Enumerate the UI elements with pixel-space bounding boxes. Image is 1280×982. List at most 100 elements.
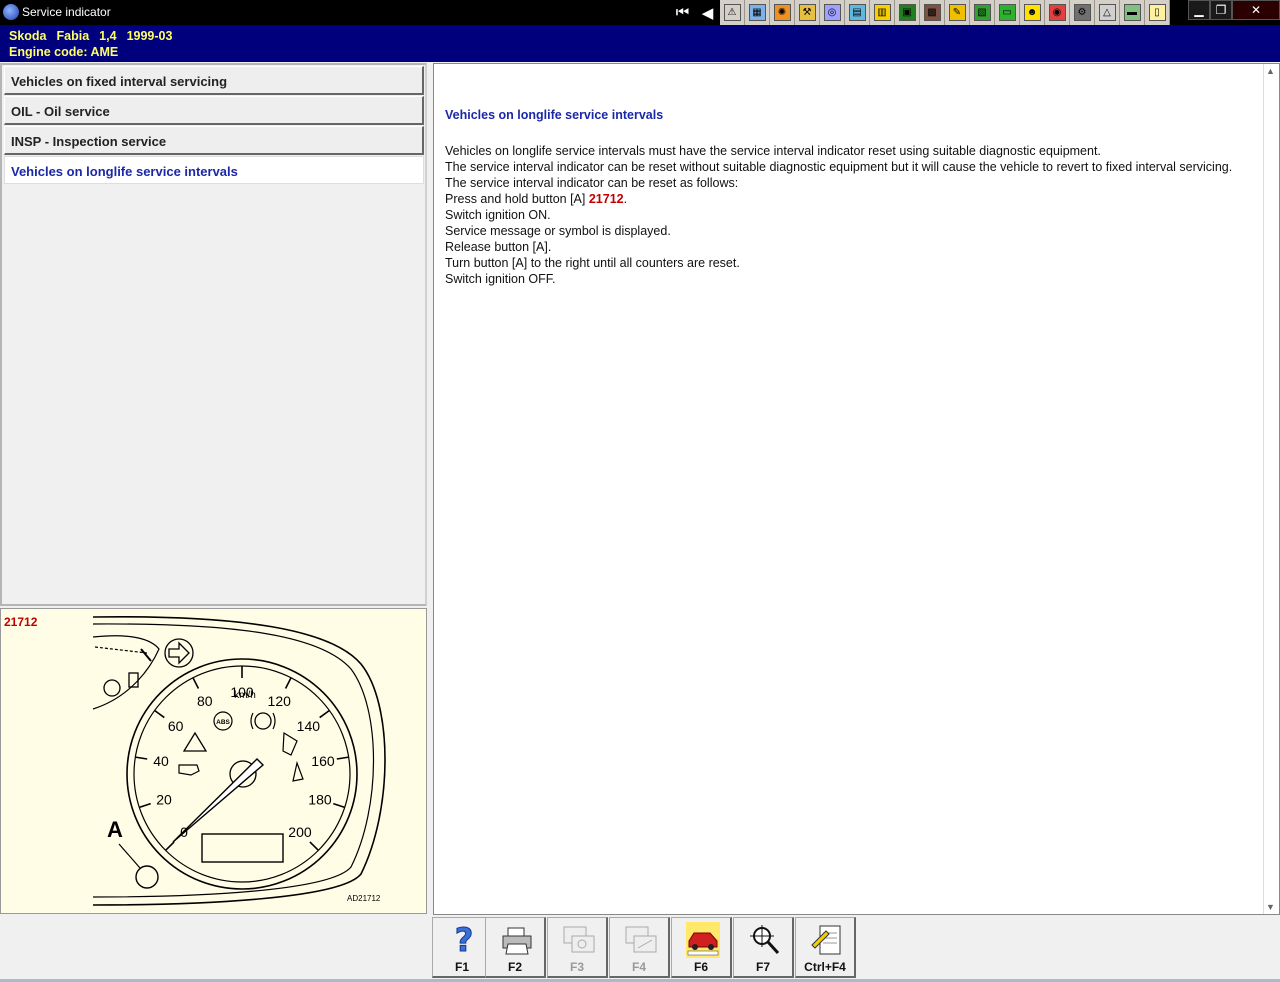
speed-tick [333, 802, 345, 809]
airbag-icon[interactable]: ☻ [1020, 0, 1045, 25]
nav-item-fixed-interval[interactable]: Vehicles on fixed interval servicing [4, 66, 424, 95]
engine-icon[interactable]: ✺ [770, 0, 795, 25]
speed-label: 200 [288, 824, 312, 840]
nav-item-oil-service[interactable]: OIL - Oil service [4, 96, 424, 125]
f7-zoom-button[interactable]: F7 [733, 917, 794, 978]
content-line: Vehicles on longlife service intervals m… [445, 144, 1101, 158]
first-page-icon[interactable]: ⏮ [670, 0, 695, 25]
content-line: The service interval indicator can be re… [445, 176, 739, 190]
previous-page-icon[interactable]: ◀ [695, 0, 720, 25]
speed-tick [319, 709, 330, 719]
instrument-cluster-drawing: 020406080100120140160180200 km/h ABS A A… [92, 616, 386, 906]
nav-item-longlife-service[interactable]: Vehicles on longlife service intervals [4, 156, 424, 184]
warning-icon[interactable]: ⚠ [720, 0, 745, 25]
toolbar: ⏮ ◀ ⚠ ▦ ✺ ⚒ ◎ ▤ ▥ ▣ ▩ ✎ ▧ ▭ ☻ ◉ ⚙ △ ▬ ▯ [670, 0, 1170, 25]
illustration-link[interactable]: 21712 [589, 192, 624, 206]
close-button[interactable]: ✕ [1232, 0, 1280, 20]
gearbox-icon[interactable]: ⚙ [1070, 0, 1095, 25]
speed-tick [154, 709, 165, 719]
f1-help-button[interactable]: ? F1 [432, 917, 493, 978]
speedometer-labels: 020406080100120140160180200 [153, 684, 335, 840]
ramp-icon[interactable]: ▩ [920, 0, 945, 25]
minimize-button[interactable]: ▁ [1188, 0, 1210, 20]
hazard-triangle-icon [182, 731, 208, 752]
window-title: Service indicator [22, 5, 111, 19]
print-icon [500, 922, 534, 958]
f4-paste-button[interactable]: F4 [609, 917, 670, 978]
copy-diagram-icon [562, 922, 596, 958]
diagram-icon-swatch: ▦ [748, 4, 766, 21]
speed-label: 20 [156, 791, 172, 807]
ctrl-f4-notes-button[interactable]: Ctrl+F4 [795, 917, 856, 978]
speed-unit: km/h [234, 690, 256, 701]
title-bar: Service indicator ⏮ ◀ ⚠ ▦ ✺ ⚒ ◎ ▤ ▥ ▣ ▩ ✎ ▧ ▭ ☻ ◉ ⚙ △ ▬ ▯ ▁… [0, 0, 1280, 25]
brakes-icon[interactable]: ◉ [1045, 0, 1070, 25]
f3-copy-button[interactable]: F3 [547, 917, 608, 978]
lift-icon-swatch: ▣ [898, 4, 916, 21]
magnifier-icon [748, 922, 782, 958]
content-line: Switch ignition OFF. [445, 272, 556, 286]
bus-icon-swatch: ▭ [998, 4, 1016, 21]
speed-tick [165, 841, 175, 851]
speed-label: 60 [168, 718, 184, 734]
triangle-icon-swatch: △ [1098, 4, 1116, 21]
scroll-down-icon[interactable]: ▼ [1266, 902, 1275, 912]
content-line: Release button [A]. [445, 240, 552, 254]
vehicle-info-bar: Skoda Fabia 1,4 1999-03 Engine code: AME [0, 25, 1280, 62]
vehicle-years: 1999-03 [126, 29, 173, 43]
battery-icon[interactable]: ▬ [1120, 0, 1145, 25]
fuses-icon[interactable]: ▧ [970, 0, 995, 25]
scroll-up-icon[interactable]: ▲ [1266, 66, 1275, 76]
notes-icon[interactable]: ▯ [1145, 0, 1170, 25]
speed-tick [135, 756, 148, 760]
battery-icon-swatch: ▬ [1123, 4, 1141, 21]
speed-tick [139, 802, 151, 809]
illustration-ref: 21712 [4, 615, 38, 629]
odometer-display [201, 833, 284, 863]
content-heading: Vehicles on longlife service intervals [445, 108, 664, 122]
vehicle-engine-size: 1,4 [99, 29, 117, 43]
nav-item-inspection-service[interactable]: INSP - Inspection service [4, 126, 424, 155]
speed-tick [284, 677, 292, 689]
tools-icon-swatch: ⚒ [798, 4, 816, 21]
timing-icon-swatch: ✎ [948, 4, 966, 21]
press-suffix: . [623, 192, 628, 206]
turn-arrow-icon [168, 641, 190, 665]
manual-icon-swatch: ▤ [848, 4, 866, 21]
tools-icon[interactable]: ⚒ [795, 0, 820, 25]
illustration-panel: 020406080100120140160180200 km/h ABS A A… [0, 608, 427, 914]
airbag-icon-swatch: ☻ [1023, 4, 1041, 21]
f6-vehicle-service-button[interactable]: F6 [671, 917, 732, 978]
warning-icon-swatch: ⚠ [723, 4, 741, 21]
fuses-icon-swatch: ▧ [973, 4, 991, 21]
illustration-code: AD21712 [347, 894, 381, 903]
adjustment-icon[interactable]: ▥ [870, 0, 895, 25]
abs-label: ABS [216, 719, 230, 726]
content-line: Press and hold button [A] 21712. [445, 191, 1235, 207]
speed-label: 180 [308, 791, 332, 807]
diagram-icon[interactable]: ▦ [745, 0, 770, 25]
maximize-button[interactable]: ❐ [1210, 0, 1232, 20]
speed-tick [192, 677, 200, 689]
vehicle-identity: Skoda Fabia 1,4 1999-03 [9, 28, 1280, 44]
content-line: The service interval indicator can be re… [445, 160, 1233, 174]
button-a-leader [118, 843, 141, 869]
bus-icon[interactable]: ▭ [995, 0, 1020, 25]
vehicle-model: Fabia [56, 29, 90, 43]
notes-icon-swatch: ▯ [1148, 4, 1166, 21]
manual-icon[interactable]: ▤ [845, 0, 870, 25]
speedometer-needle [172, 758, 265, 843]
lift-icon[interactable]: ▣ [895, 0, 920, 25]
topic-navigation: Vehicles on fixed interval servicing OIL… [0, 63, 427, 606]
vehicle-service-icon [686, 922, 720, 958]
triangle-icon[interactable]: △ [1095, 0, 1120, 25]
engine-icon-swatch: ✺ [773, 4, 791, 21]
speed-label: 80 [197, 693, 213, 709]
brake-lamp-icon [254, 712, 272, 730]
window-controls: ▁ ❐ ✕ [1188, 0, 1280, 22]
vertical-scrollbar[interactable]: ▲ ▼ [1263, 64, 1279, 914]
wheel-icon[interactable]: ◎ [820, 0, 845, 25]
f2-print-button[interactable]: F2 [485, 917, 546, 978]
ramp-icon-swatch: ▩ [923, 4, 941, 21]
timing-icon[interactable]: ✎ [945, 0, 970, 25]
